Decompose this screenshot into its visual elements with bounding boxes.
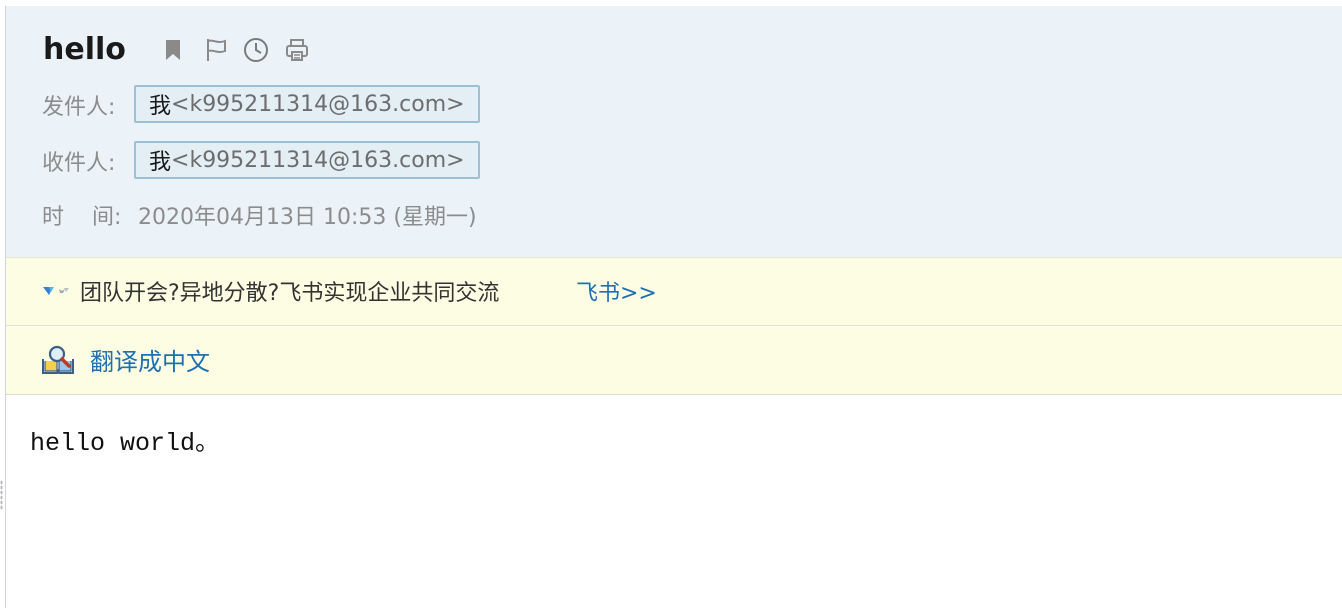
recipient-name: 我 <box>149 150 172 175</box>
time-value: 2020年04月13日 10:53 (星期一) <box>138 205 477 230</box>
recipient-address[interactable]: 我 <k995211314@163.com> <box>134 141 480 179</box>
print-icon[interactable] <box>284 37 310 63</box>
dictionary-search-icon[interactable] <box>41 345 75 375</box>
ad-text: 团队开会?异地分散?飞书实现企业共同交流 <box>80 281 500 306</box>
flag-icon[interactable] <box>203 37 229 63</box>
translate-bar: 翻译成中文 <box>6 327 1342 395</box>
bookmark-icon[interactable] <box>160 37 186 63</box>
sender-label: 发件人: <box>42 95 116 120</box>
mail-header: hello 发件人: 我 <k995211314@163.com> 收件人: 我… <box>6 6 1342 257</box>
ad-banner: 团队开会?异地分散?飞书实现企业共同交流 飞书>> <box>6 257 1342 326</box>
feishu-logo-icon[interactable] <box>41 282 71 300</box>
sender-name: 我 <box>149 94 172 119</box>
translate-link[interactable]: 翻译成中文 <box>90 347 210 377</box>
sender-email: <k995211314@163.com> <box>171 91 465 117</box>
mail-body-text: hello world。 <box>30 429 221 458</box>
resize-handle[interactable] <box>0 480 3 510</box>
sender-address[interactable]: 我 <k995211314@163.com> <box>134 85 480 123</box>
mail-subject: hello <box>43 32 126 67</box>
ad-link[interactable]: 飞书>> <box>576 280 657 308</box>
mail-reader: hello 发件人: 我 <k995211314@163.com> 收件人: 我… <box>0 0 1342 608</box>
recipient-email: <k995211314@163.com> <box>171 147 465 173</box>
clock-icon[interactable] <box>243 37 269 63</box>
recipient-label: 收件人: <box>42 151 116 176</box>
time-label: 时 间: <box>42 205 122 230</box>
